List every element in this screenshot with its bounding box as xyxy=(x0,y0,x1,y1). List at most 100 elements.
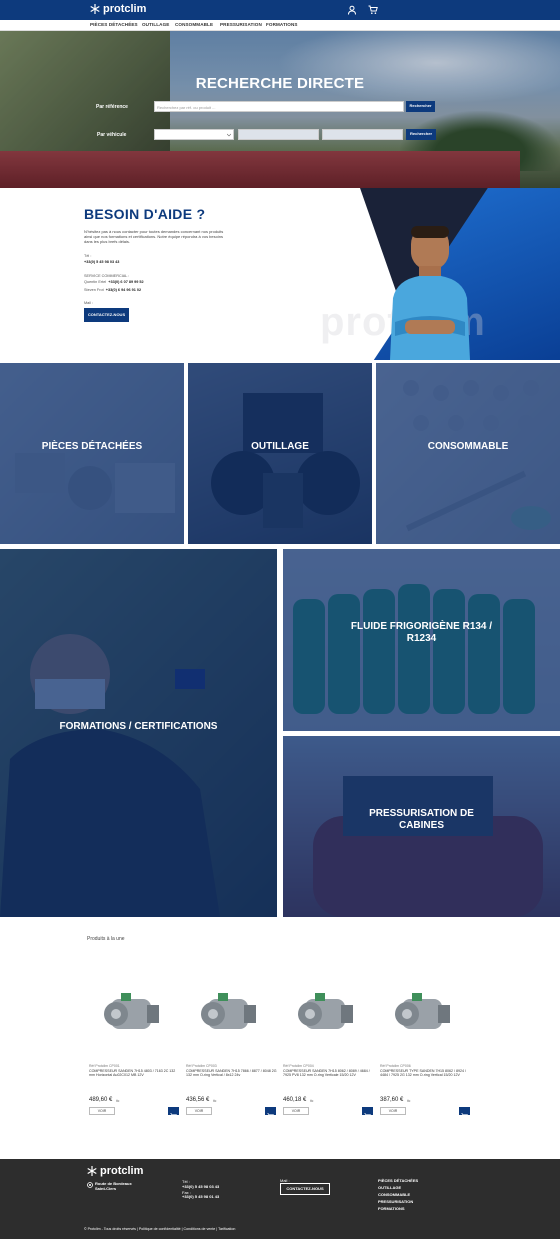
help-contact-button[interactable]: CONTACTEZ-NOUS xyxy=(84,308,129,322)
footer-address: Route de Bordeaux Saint-Ciers xyxy=(95,1181,132,1191)
footer-contact-button[interactable]: CONTACTEZ-NOUS xyxy=(280,1183,330,1195)
help-contact-1: Quentin Ertel +33(0) 6 07 89 99 52 xyxy=(84,280,144,284)
ref-search-input[interactable]: Recherchez par réf. ou produit ... xyxy=(154,101,404,112)
compressor-image xyxy=(298,993,353,1029)
category-tile-formations[interactable]: FORMATIONS / CERTIFICATIONS xyxy=(0,549,277,917)
category-tile-pressurisation[interactable]: PRESSURISATION DE CABINES xyxy=(283,736,560,917)
compressor-image xyxy=(201,993,256,1029)
help-description: N'hésitez pas à nous contacter pour tout… xyxy=(84,229,224,244)
product-card[interactable]: Réf Protclim CP001 COMPRESSEUR SANDEN 7H1… xyxy=(87,947,182,1122)
nav-item-outillage[interactable]: OUTILLAGE xyxy=(142,22,169,27)
category-label: CONSOMMABLE xyxy=(427,441,509,452)
price-ttc-label: ttc xyxy=(213,1099,217,1103)
tile-overlay xyxy=(0,549,277,917)
price-ttc-label: ttc xyxy=(116,1099,120,1103)
hero-search: RECHERCHE DIRECTE Par référence Recherch… xyxy=(0,31,560,188)
product-card[interactable]: Réf Protclim CP006 COMPRESSEUR TYPE SANDE… xyxy=(378,947,473,1122)
product-price: 436,56 € xyxy=(186,1097,210,1103)
category-label: FLUIDE FRIGORIGÈNE R134 / R1234 xyxy=(350,621,493,644)
cart-icon xyxy=(267,1112,274,1119)
category-tile-pieces[interactable]: PIÈCES DÉTACHÉES xyxy=(0,363,184,544)
compressor-image xyxy=(104,993,159,1029)
footer-tel[interactable]: +33(0) 5 45 98 03 43 xyxy=(182,1184,219,1189)
add-to-cart-button[interactable] xyxy=(459,1107,470,1119)
footer-logo[interactable]: protclim xyxy=(87,1165,143,1177)
product-ref: Réf Protclim CP003 xyxy=(186,1064,217,1068)
footer-link-pieces[interactable]: PIÈCES DÉTACHÉES xyxy=(378,1178,418,1183)
products-title: Produits à la une xyxy=(87,936,125,942)
snowflake-icon xyxy=(87,1166,97,1176)
product-price: 489,60 € xyxy=(89,1097,113,1103)
add-to-cart-button[interactable] xyxy=(362,1107,373,1119)
category-tile-outillage[interactable]: OUTILLAGE xyxy=(188,363,372,544)
category-label: FORMATIONS / CERTIFICATIONS xyxy=(59,721,218,732)
product-ref: Réf Protclim CP001 xyxy=(89,1064,120,1068)
cart-icon xyxy=(461,1112,468,1119)
user-icon[interactable] xyxy=(347,5,357,15)
help-tel-label: Tél : xyxy=(84,254,92,258)
category-tile-fluide[interactable]: FLUIDE FRIGORIGÈNE R134 / R1234 xyxy=(283,549,560,731)
category-label: PRESSURISATION DE CABINES xyxy=(369,808,474,831)
hero-title: RECHERCHE DIRECTE xyxy=(195,75,365,92)
vehicle-model-select[interactable] xyxy=(238,129,319,140)
ref-label: Par référence xyxy=(96,104,128,110)
footer-link-outillage[interactable]: OUTILLAGE xyxy=(378,1185,401,1190)
category-label: PIÈCES DÉTACHÉES xyxy=(41,441,143,452)
snowflake-icon xyxy=(90,4,100,14)
chevron-down-icon xyxy=(227,133,231,137)
ref-search-button[interactable]: Rechercher xyxy=(406,101,435,112)
contact-1-phone[interactable]: +33(0) 6 07 89 99 52 xyxy=(108,280,143,284)
product-name[interactable]: COMPRESSEUR SANDEN 7H15 4803 / 7163 2C 1… xyxy=(89,1069,181,1078)
footer-legal: © Protclim - Tous droits réservés | Poli… xyxy=(84,1227,236,1231)
view-product-button[interactable]: VOIR xyxy=(380,1107,406,1115)
product-card[interactable]: Réf Protclim CP003 COMPRESSEUR SANDEN 7H1… xyxy=(184,947,279,1122)
brand-name: protclim xyxy=(103,3,147,15)
product-card[interactable]: Réf Protclim CP004 COMPRESSEUR SANDEN 7H1… xyxy=(281,947,376,1122)
view-product-button[interactable]: VOIR xyxy=(89,1107,115,1115)
footer: protclim Route de Bordeaux Saint-Ciers T… xyxy=(0,1159,560,1239)
vehicle-label: Par véhicule xyxy=(97,132,127,138)
nav-item-pieces[interactable]: PIÈCES DÉTACHÉES xyxy=(90,22,138,27)
footer-link-formations[interactable]: FORMATIONS xyxy=(378,1206,405,1211)
contact-2-name: Steven Frot xyxy=(84,288,104,292)
help-title: BESOIN D'AIDE ? xyxy=(84,206,206,222)
product-name[interactable]: COMPRESSEUR SANDEN 7H15 8062 / 8089 / 46… xyxy=(283,1069,375,1078)
help-contact-2: Steven Frot +33(0) 6 94 96 91 02 xyxy=(84,288,141,292)
contact-1-name: Quentin Ertel xyxy=(84,280,107,284)
cart-icon[interactable] xyxy=(368,5,378,15)
help-mail-label: Mail : xyxy=(84,301,94,305)
footer-link-pressurisation[interactable]: PRESSURISATION xyxy=(378,1199,413,1204)
brand-logo[interactable]: protclim xyxy=(90,3,146,15)
location-icon xyxy=(87,1182,93,1188)
product-name[interactable]: COMPRESSEUR SANDEN 7H15 7866 / 8877 / 80… xyxy=(186,1069,278,1078)
category-tile-consommable[interactable]: CONSOMMABLE xyxy=(376,363,560,544)
nav-item-pressurisation[interactable]: PRESSURISATION xyxy=(220,22,262,27)
view-product-button[interactable]: VOIR xyxy=(283,1107,309,1115)
cart-icon xyxy=(170,1112,177,1119)
product-name[interactable]: COMPRESSEUR TYPE SANDEN 7H15 8062 / 8924… xyxy=(380,1069,472,1078)
view-product-button[interactable]: VOIR xyxy=(186,1107,212,1115)
contact-2-phone[interactable]: +33(0) 6 94 96 91 02 xyxy=(106,288,141,292)
category-label: OUTILLAGE xyxy=(251,441,309,452)
nav-item-consommable[interactable]: CONSOMMABLE xyxy=(175,22,213,27)
compressor-image xyxy=(395,993,450,1029)
tile-overlay xyxy=(0,363,184,544)
main-nav: PIÈCES DÉTACHÉES OUTILLAGE CONSOMMABLE P… xyxy=(0,20,560,31)
tile-overlay xyxy=(188,363,372,544)
product-ref: Réf Protclim CP006 xyxy=(380,1064,411,1068)
footer-fax: +33(0) 5 45 98 01 43 xyxy=(182,1194,220,1199)
featured-products: Produits à la une Réf Protclim CP001 COMP… xyxy=(0,917,560,1131)
support-person-image xyxy=(390,226,470,360)
product-ref: Réf Protclim CP004 xyxy=(283,1064,314,1068)
vehicle-type-select[interactable] xyxy=(322,129,403,140)
product-price: 387,60 € xyxy=(380,1097,404,1103)
tile-overlay xyxy=(376,363,560,544)
add-to-cart-button[interactable] xyxy=(265,1107,276,1119)
nav-item-formations[interactable]: FORMATIONS xyxy=(266,22,298,27)
help-tel[interactable]: +33(0) 5 45 98 03 43 xyxy=(84,260,119,264)
help-section: protclim BESOIN D'AIDE ? N'hésitez pas à… xyxy=(0,188,560,360)
add-to-cart-button[interactable] xyxy=(168,1107,179,1119)
vehicle-search-button[interactable]: Rechercher xyxy=(406,129,436,140)
vehicle-brand-select[interactable] xyxy=(154,129,234,140)
footer-link-consommable[interactable]: CONSOMMABLE xyxy=(378,1192,410,1197)
